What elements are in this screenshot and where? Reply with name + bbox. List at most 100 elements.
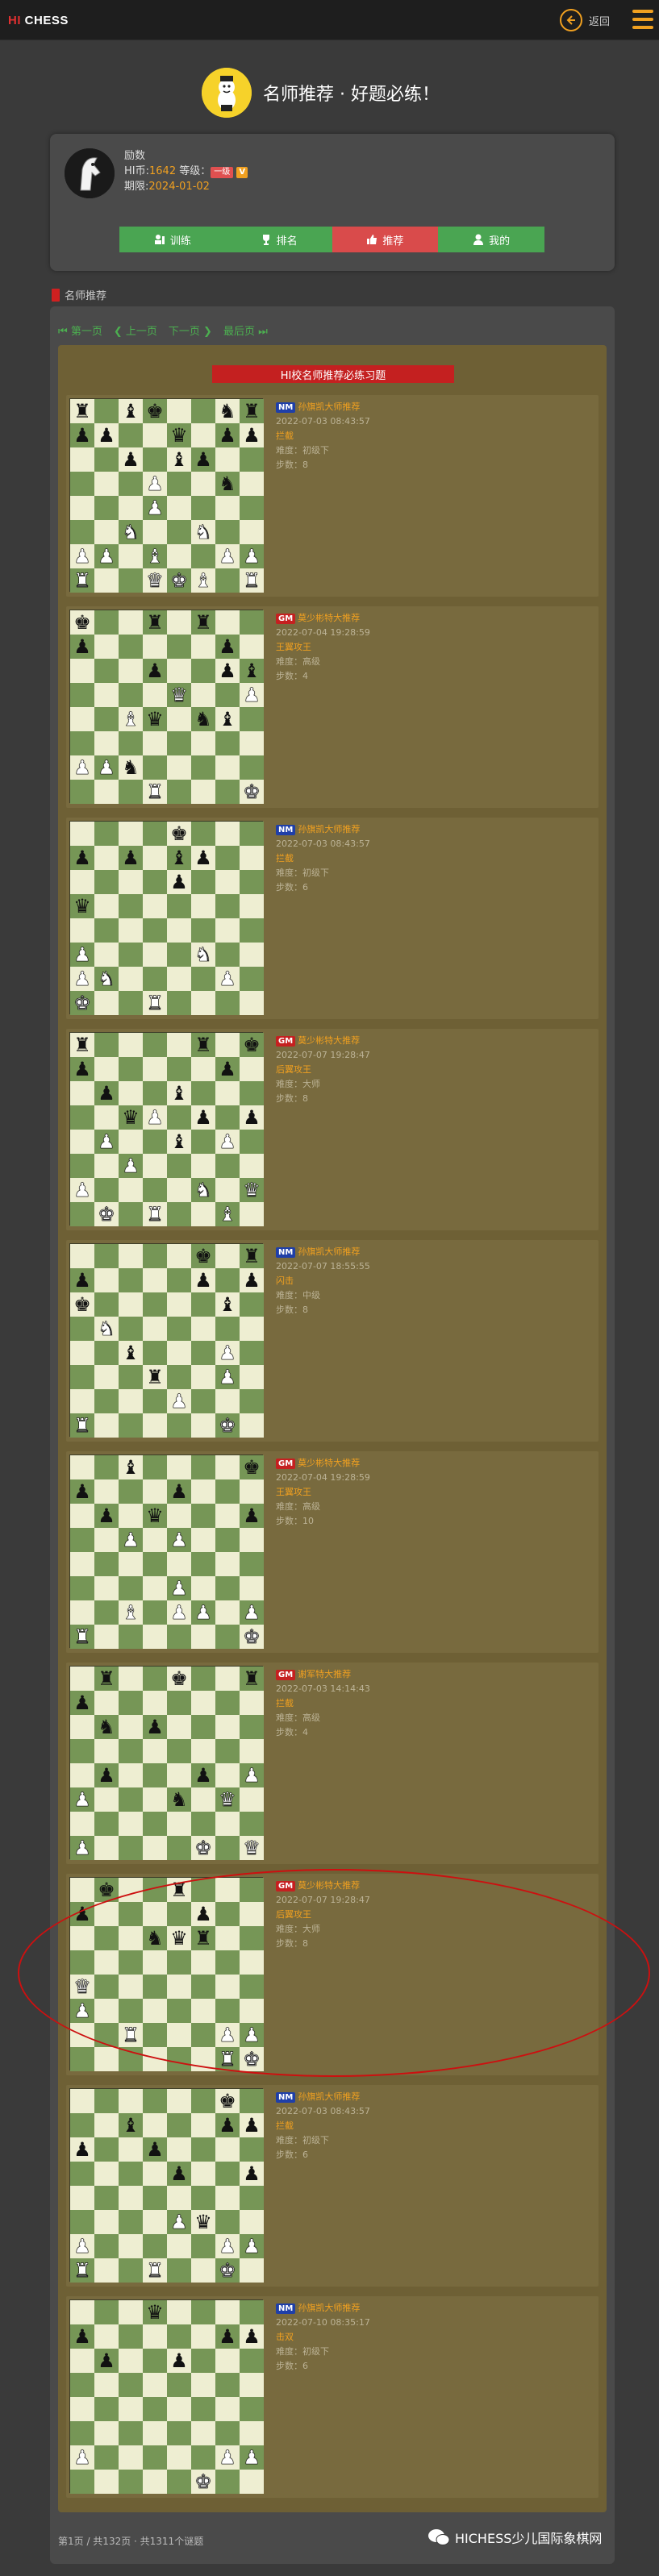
chess-board[interactable]: ♚ ♜ ♟ ♟ ♟ ♚ ♝ ♞ ♝ ♟ ♜ ♟ ♟ ♜ ♚ <box>69 1243 264 1438</box>
chess-piece-icon: ♟ <box>122 1155 140 1177</box>
puzzle-item[interactable]: ♚ ♜ ♟ ♟ ♟ ♚ ♝ ♞ ♝ ♟ ♜ ♟ ♟ ♜ ♚ NM 孙旗凯大师推荐 2022-07-07 18:55… <box>66 1240 599 1442</box>
puzzle-steps: 步数：8 <box>276 1093 308 1104</box>
section-label: 名师推荐 <box>52 287 106 302</box>
board-square: ♟ <box>215 659 240 683</box>
chess-board[interactable]: ♜ ♜ ♚ ♟ ♟ ♟ ♝ ♛ ♟ ♟ ♟ ♟ ♝ ♟ ♟ ♟ ♞ ♛ ♚ ♜ ♝ <box>69 1032 264 1226</box>
chess-piece-icon: ♟ <box>219 1366 236 1388</box>
board-square: ♟ <box>240 1504 264 1528</box>
board-square <box>191 1081 215 1105</box>
board-square <box>215 1081 240 1105</box>
chess-board[interactable]: ♚ ♜ ♟ ♟ ♞ ♛ ♜ ♛ ♟ ♜ ♟ ♟ ♜ ♚ <box>69 1877 264 2071</box>
board-square: ♚ <box>240 1455 264 1479</box>
board-square <box>143 918 167 943</box>
board-square: ♟ <box>119 846 143 870</box>
board-square <box>119 1715 143 1739</box>
board-square <box>70 1341 94 1365</box>
board-square <box>70 2186 94 2210</box>
board-square: ♟ <box>215 1365 240 1389</box>
chess-piece-icon: ♝ <box>122 708 140 730</box>
board-square: ♟ <box>215 967 240 991</box>
board-square <box>191 1317 215 1341</box>
board-square <box>167 2397 191 2421</box>
chess-piece-icon: ♟ <box>170 1390 188 1413</box>
chess-piece-icon: ♞ <box>194 708 212 730</box>
board-square <box>215 447 240 472</box>
board-square <box>143 1455 167 1479</box>
chess-board[interactable]: ♝ ♚ ♟ ♟ ♟ ♛ ♟ ♟ ♟ ♟ ♝ ♟ ♟ ♟ ♜ ♚ <box>69 1454 264 1649</box>
board-square <box>215 520 240 544</box>
board-square <box>240 1812 264 1836</box>
last-page-link[interactable]: 最后页 ⏭ <box>223 323 268 338</box>
board-square <box>70 447 94 472</box>
board-square <box>94 731 119 755</box>
board-square <box>167 2373 191 2397</box>
chess-board[interactable]: ♛ ♟ ♟ ♟ ♟ ♟ ♟ ♟ ♟ ♚ <box>69 2299 264 2494</box>
chess-board[interactable]: ♚ ♝ ♟ ♟ ♟ ♟ ♟ ♟ ♟ ♛ ♟ ♟ ♟ ♜ ♜ ♚ <box>69 2088 264 2283</box>
board-square <box>94 2324 119 2349</box>
board-square: ♜ <box>240 1667 264 1691</box>
puzzle-item[interactable]: ♝ ♚ ♟ ♟ ♟ ♛ ♟ ♟ ♟ ♟ ♝ ♟ ♟ ♟ ♜ ♚ GM 莫少彬特大推荐 2022-07-04 19:2… <box>66 1451 599 1653</box>
board-square <box>94 2445 119 2470</box>
puzzle-item[interactable]: ♚ ♝ ♟ ♟ ♟ ♟ ♟ ♟ ♟ ♛ ♟ ♟ ♟ ♜ ♜ ♚ NM 孙旗凯大师推荐 2022-07-03 08:4… <box>66 2085 599 2287</box>
board-square <box>240 447 264 472</box>
chess-board[interactable]: ♜ ♝ ♚ ♞ ♜ ♟ ♟ ♛ ♟ ♟ ♟ ♝ ♟ ♟ ♞ ♟ ♞ ♞ ♟ ♟ ♝ ♟ ♟ ♜ ♛ ♚ ♝ ♜ <box>69 398 264 593</box>
puzzle-item[interactable]: ♚ ♜ ♜ ♟ ♟ ♟ ♟ ♝ ♛ ♟ ♝ ♛ ♞ ♝ ♟ ♟ ♞ ♜ ♚ GM 莫少彬特大推荐 2022-07-04 1… <box>66 606 599 808</box>
chess-piece-icon: ♟ <box>219 1342 236 1364</box>
first-page-link[interactable]: ⏮ 第一页 <box>58 323 102 338</box>
puzzle-item[interactable]: ♚ ♟ ♟ ♝ ♟ ♟ ♛ ♟ ♞ ♟ ♞ ♟ ♚ ♜ NM 孙旗凯大师推荐 2022-07-03 08:43:… <box>66 818 599 1019</box>
tab-mine[interactable]: 我的 <box>438 227 544 252</box>
chess-piece-icon: ♟ <box>146 660 164 682</box>
chess-piece-icon: ♚ <box>243 780 261 803</box>
chess-piece-icon: ♞ <box>146 1927 164 1950</box>
board-square <box>94 635 119 659</box>
board-square <box>191 755 215 780</box>
board-square <box>119 967 143 991</box>
puzzle-item[interactable]: ♜ ♚ ♜ ♟ ♞ ♟ ♟ ♟ ♟ ♟ ♞ ♛ ♟ ♚ ♛ GM 谢军特大推荐 2022-07-03 14:14:… <box>66 1663 599 1864</box>
puzzle-item[interactable]: ♛ ♟ ♟ ♟ ♟ ♟ ♟ ♟ ♟ ♚ NM 孙旗凯大师推荐 2022-07-10 08:35:17 击双… <box>66 2296 599 2498</box>
chess-piece-icon: ♟ <box>219 2446 236 2469</box>
chess-piece-icon: ♚ <box>243 1625 261 1648</box>
board-square: ♝ <box>119 399 143 423</box>
board-square <box>191 1552 215 1576</box>
puzzle-item[interactable]: ♚ ♜ ♟ ♟ ♞ ♛ ♜ ♛ ♟ ♜ ♟ ♟ ♜ ♚ GM 莫少彬特大推荐 2022-07-07 19:28:… <box>66 1874 599 2075</box>
board-square <box>70 2373 94 2397</box>
chess-board[interactable]: ♜ ♚ ♜ ♟ ♞ ♟ ♟ ♟ ♟ ♟ ♞ ♛ ♟ ♚ ♛ <box>69 1666 264 1860</box>
board-square <box>191 1479 215 1504</box>
board-square <box>143 846 167 870</box>
board-square: ♟ <box>70 544 94 568</box>
board-square <box>191 1878 215 1902</box>
board-square <box>70 2300 94 2324</box>
back-button[interactable]: 返回 <box>560 9 610 31</box>
chess-piece-icon: ♟ <box>243 1764 261 1787</box>
next-page-link[interactable]: 下一页 ❯ <box>169 323 212 338</box>
puzzle-item[interactable]: ♜ ♜ ♚ ♟ ♟ ♟ ♝ ♛ ♟ ♟ ♟ ♟ ♝ ♟ ♟ ♟ ♞ ♛ ♚ ♜ ♝ GM 莫少彬特大推荐 2022-07-07… <box>66 1029 599 1230</box>
board-square <box>94 822 119 846</box>
chess-board[interactable]: ♚ ♟ ♟ ♝ ♟ ♟ ♛ ♟ ♞ ♟ ♞ ♟ ♚ ♜ <box>69 821 264 1015</box>
board-square: ♜ <box>70 1625 94 1649</box>
chess-piece-icon: ♟ <box>194 1106 212 1129</box>
chess-piece-icon: ♟ <box>170 871 188 893</box>
puzzle-date: 2022-07-04 19:28:59 <box>276 1472 370 1483</box>
board-square <box>167 2023 191 2047</box>
tab-recommend[interactable]: 推荐 <box>332 227 439 252</box>
board-square <box>143 1739 167 1763</box>
puzzle-teacher: 孙旗凯大师推荐 <box>298 402 361 412</box>
site-logo[interactable]: HI CHESS <box>8 14 69 27</box>
tab-training[interactable]: 训练 <box>119 227 226 252</box>
board-square <box>119 2047 143 2071</box>
puzzle-item[interactable]: ♜ ♝ ♚ ♞ ♜ ♟ ♟ ♛ ♟ ♟ ♟ ♝ ♟ ♟ ♞ ♟ ♞ ♞ ♟ ♟ ♝ ♟ ♟ ♜ ♛ ♚ ♝ ♜ NM 孙旗凯大师推荐 202… <box>66 395 599 597</box>
board-square <box>191 1975 215 1999</box>
hamburger-icon[interactable] <box>632 10 653 29</box>
board-square <box>143 1292 167 1317</box>
chess-board[interactable]: ♚ ♜ ♜ ♟ ♟ ♟ ♟ ♝ ♛ ♟ ♝ ♛ ♞ ♝ ♟ ♟ ♞ ♜ ♚ <box>69 610 264 804</box>
board-square <box>94 2258 119 2283</box>
prev-page-link[interactable]: ❮ 上一页 <box>114 323 157 338</box>
board-square: ♝ <box>119 2113 143 2137</box>
tab-ranking[interactable]: 排名 <box>225 227 332 252</box>
board-square <box>143 1552 167 1576</box>
chess-piece-icon: ♟ <box>98 1082 115 1105</box>
board-square <box>215 1975 240 1999</box>
chess-piece-icon: ♟ <box>243 2446 261 2469</box>
puzzle-theme: 闪击 <box>276 1276 294 1286</box>
board-square: ♟ <box>70 2137 94 2162</box>
